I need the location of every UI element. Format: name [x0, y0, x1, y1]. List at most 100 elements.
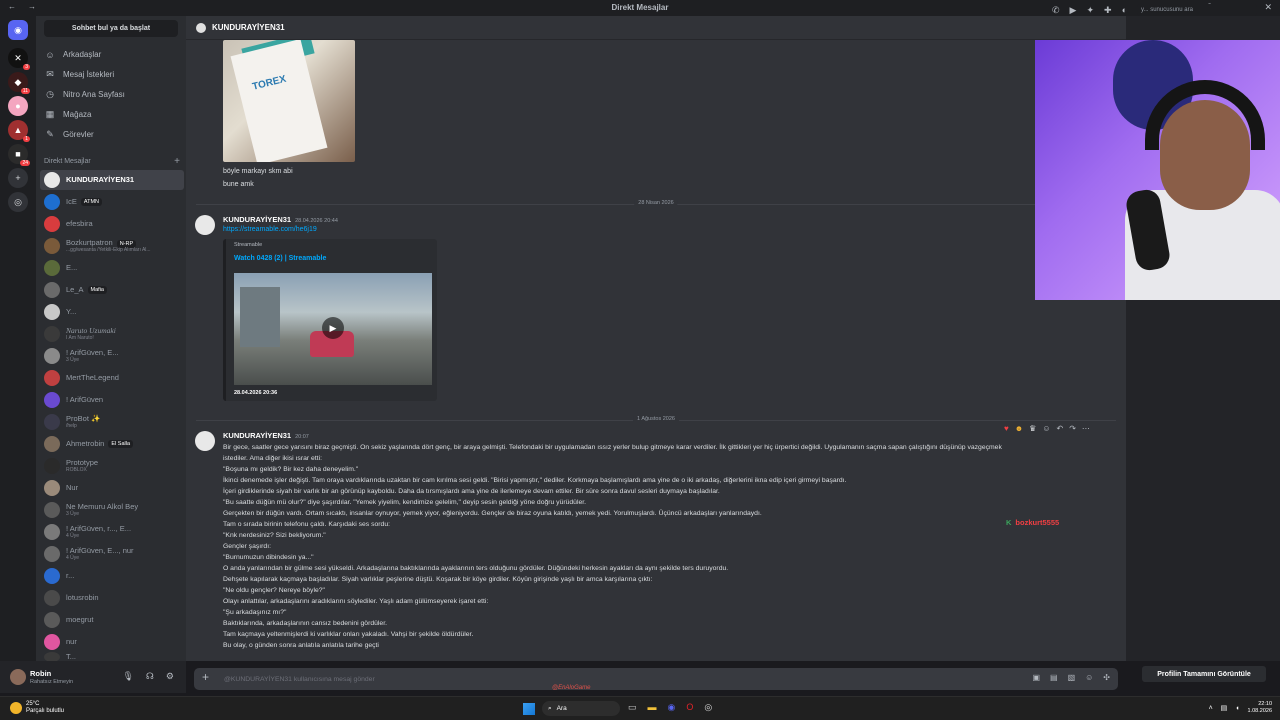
- dm-item[interactable]: Bozkurtpatron N-RP ...gg/wesanta /Yetkili-…: [40, 236, 184, 256]
- dm-sidebar: Sohbet bul ya da başlat ☺ Arkadaşlar ✉ Mes…: [36, 16, 186, 661]
- gif-icon[interactable]: ▤: [1050, 673, 1058, 682]
- dm-item[interactable]: IcE ATMN: [40, 192, 184, 212]
- sun-icon: [10, 702, 22, 714]
- avatar: [44, 260, 60, 276]
- nav-message-requests[interactable]: ✉ Mesaj İstekleri: [40, 65, 182, 84]
- message-image[interactable]: TOREX: [223, 40, 355, 162]
- windows-start-icon[interactable]: [523, 703, 535, 715]
- dm-item[interactable]: Prototype ROBLOX: [40, 456, 184, 476]
- nav-shop[interactable]: ▦ Mağaza: [40, 105, 182, 124]
- taskbar-search[interactable]: ⌕ Ara: [542, 701, 620, 716]
- embed-title[interactable]: Watch 0428 (2) | Streamable: [234, 255, 326, 262]
- avatar[interactable]: [195, 215, 215, 235]
- taskbar: 25°C Parçalı bulutlu ⌕ Ara ▭ ▬ ◉ O ◎ ˄ ▤ ◖…: [0, 696, 1280, 720]
- clock[interactable]: 22:10 1.08.2026: [1248, 701, 1272, 715]
- add-reaction-icon[interactable]: ☺: [1042, 424, 1050, 433]
- dm-item[interactable]: lotusrobin: [40, 588, 184, 608]
- dm-item[interactable]: ! ArifGüven, E... 3 Üye: [40, 346, 184, 366]
- dm-item[interactable]: nur: [40, 632, 184, 652]
- task-view-icon[interactable]: ▭: [628, 702, 637, 713]
- server-icon[interactable]: ●: [8, 96, 28, 116]
- chevron-up-icon[interactable]: ˄: [1209, 705, 1213, 712]
- composer-placeholder: @KUNDURAYİYEN31 kullanıcısına mesaj gönd…: [224, 675, 375, 683]
- avatar: [44, 238, 60, 254]
- search-input[interactable]: y... sunucusunu ara: [1137, 4, 1257, 16]
- call-icon[interactable]: ✆: [1052, 5, 1060, 16]
- apps-icon[interactable]: ✣: [1103, 673, 1110, 682]
- message-author[interactable]: KUNDURAYİYEN31 28.04.2026 20:44: [223, 215, 338, 224]
- dm-item[interactable]: ! ArifGüven, r..., E... 4 Üye: [40, 522, 184, 542]
- profile-icon[interactable]: ◐: [1122, 5, 1127, 15]
- dm-item[interactable]: Ne Memuru Alkol Bey 3 Üye: [40, 500, 184, 520]
- date-divider: 1 Ağustos 2026: [196, 416, 1116, 422]
- dm-item[interactable]: Y...: [40, 302, 184, 322]
- username: Robin: [30, 669, 52, 678]
- dm-item[interactable]: MertTheLegend: [40, 368, 184, 388]
- dm-item[interactable]: Ahmetrobin El Salla: [40, 434, 184, 454]
- more-icon[interactable]: ⋯: [1082, 424, 1090, 433]
- nav-quests[interactable]: ✎ Görevler: [40, 125, 182, 144]
- dm-item[interactable]: ! ArifGüven: [40, 390, 184, 410]
- dm-item[interactable]: ! ArifGüven, E..., nur 4 Üye: [40, 544, 184, 564]
- dm-item[interactable]: E...: [40, 258, 184, 278]
- video-icon[interactable]: ▶: [1070, 5, 1077, 16]
- server-icon[interactable]: ▲ 1: [8, 120, 30, 142]
- opera-icon[interactable]: O: [686, 702, 693, 713]
- avatar: [44, 590, 60, 606]
- nav-nitro[interactable]: ◷ Nitro Ana Sayfası: [40, 85, 182, 104]
- avatar: [44, 348, 60, 364]
- dm-item[interactable]: r...: [40, 566, 184, 586]
- add-server-icon[interactable]: +: [8, 168, 28, 188]
- dm-item[interactable]: efesbira: [40, 214, 184, 234]
- image-text: TOREX: [251, 73, 288, 93]
- discord-icon[interactable]: ◉: [668, 702, 676, 713]
- quest-icon: ✎: [46, 129, 54, 139]
- add-friend-icon[interactable]: ✚: [1104, 5, 1112, 16]
- network-icon[interactable]: ▤: [1221, 704, 1228, 712]
- explore-icon[interactable]: ◎: [8, 192, 28, 212]
- heart-icon[interactable]: ♥: [1004, 424, 1009, 433]
- avatar: [44, 436, 60, 452]
- folder-icon[interactable]: ▬: [648, 702, 657, 713]
- message-link[interactable]: https://streamable.com/he6j19: [223, 226, 317, 233]
- message-author[interactable]: KUNDURAYİYEN31 20:07: [223, 431, 309, 440]
- sticker-icon[interactable]: ▧: [1068, 673, 1076, 682]
- dm-item[interactable]: T...: [40, 652, 184, 661]
- gift-icon[interactable]: ▣: [1032, 673, 1040, 682]
- avatar: [44, 612, 60, 628]
- message-input[interactable]: + @KUNDURAYİYEN31 kullanıcısına mesaj gö…: [194, 668, 1118, 690]
- dm-item[interactable]: Nur: [40, 478, 184, 498]
- server-icon[interactable]: ◆ 11: [8, 72, 30, 94]
- server-icon[interactable]: ✕ 3: [8, 48, 30, 70]
- server-list: ◉ ✕ 3 ◆ 11 ● ▲ 1 ■ 24 + ◎: [0, 16, 36, 661]
- video-thumbnail[interactable]: ▶: [234, 273, 432, 385]
- avatar: [44, 326, 60, 342]
- forward-icon[interactable]: ↷: [1069, 424, 1076, 433]
- discord-icon[interactable]: ◉: [8, 20, 28, 40]
- nav-friends[interactable]: ☺ Arkadaşlar: [40, 45, 182, 64]
- reply-icon[interactable]: ↶: [1057, 424, 1064, 433]
- dm-search-button[interactable]: Sohbet bul ya da başlat: [44, 20, 178, 37]
- dm-item[interactable]: KUNDURAYİYEN31: [40, 170, 184, 190]
- weather-widget[interactable]: 25°C Parçalı bulutlu: [10, 701, 64, 715]
- emoji-icon[interactable]: ☻: [1015, 424, 1023, 433]
- dm-item[interactable]: moegrut: [40, 610, 184, 630]
- emoji-icon[interactable]: ☺: [1085, 673, 1093, 682]
- dm-item[interactable]: Naruto Uzumaki I Am Naruto!: [40, 324, 184, 344]
- play-icon[interactable]: ▶: [322, 317, 344, 339]
- pin-icon[interactable]: ✦: [1086, 5, 1094, 16]
- avatar[interactable]: [10, 669, 26, 685]
- dm-item[interactable]: ProBot ✨/help: [40, 412, 184, 432]
- microphone-icon[interactable]: 🎙: [122, 671, 133, 682]
- view-full-profile-button[interactable]: Profilin Tamamını Görüntüle: [1142, 666, 1266, 682]
- avatar[interactable]: [195, 431, 215, 451]
- headphones-icon[interactable]: ☊: [146, 671, 154, 682]
- plus-icon[interactable]: +: [174, 156, 180, 167]
- gear-icon[interactable]: ⚙: [166, 671, 174, 682]
- plus-icon[interactable]: +: [202, 670, 209, 684]
- server-icon[interactable]: ■ 24: [8, 144, 30, 166]
- emoji-icon[interactable]: ♛: [1029, 424, 1036, 433]
- obs-icon[interactable]: ◎: [704, 702, 712, 713]
- dm-item[interactable]: Le_A Mafia: [40, 280, 184, 300]
- volume-icon[interactable]: ◖: [1235, 705, 1239, 712]
